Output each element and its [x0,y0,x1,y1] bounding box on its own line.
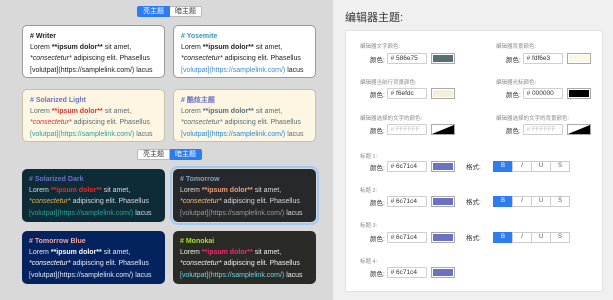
heading-2-format-group[interactable]: B I U S [493,196,570,207]
editor-settings-panel: 编辑器文字颜色: 编辑器背景颜色: 颜色: # 586e75 颜色: # fdf… [345,30,603,292]
heading-1-label: 标题 1: [360,154,378,160]
light-dark-toggle-bottom[interactable]: 亮主题 暗主题 [137,149,202,160]
theme-card-zen[interactable]: # 酷炫主题 Lorem **ipsum dolor** sit amet, *… [173,89,316,142]
theme-card-monokai[interactable]: # Monokai Lorem **ipsum dolor** sit amet… [173,231,316,284]
heading-1-color-input[interactable]: # 6c71c4 [386,161,427,172]
heading-3-format-group[interactable]: B I U S [493,232,570,243]
selection-text-input[interactable]: # FFFFFF [386,124,427,135]
light-theme-tab[interactable]: 亮主题 [137,149,170,160]
heading-3-color-input[interactable]: # 6c71c4 [386,232,427,243]
bg-color-label: 编辑器背景颜色: [496,44,537,50]
theme-name: # Yosemite [181,33,218,40]
font-color-label: 编辑器文字颜色: [360,44,401,50]
selection-bg-input[interactable]: # FFFFFF [522,124,563,135]
selection-bg-label: 编辑器选择的文字的背景颜色: [496,116,570,122]
bold-button[interactable]: B [493,161,513,172]
italic-button[interactable]: I [512,196,532,207]
theme-name: # 酷炫主题 [181,97,215,104]
theme-name: # Writer [30,33,56,40]
font-color-swatch[interactable] [430,53,455,64]
strikethrough-button[interactable]: S [550,196,570,207]
underline-button[interactable]: U [531,161,551,172]
dark-theme-tab[interactable]: 暗主题 [170,149,202,160]
heading-3-swatch[interactable] [430,232,455,243]
underline-button[interactable]: U [531,196,551,207]
strikethrough-button[interactable]: S [550,232,570,243]
cursor-color-label: 编辑器光标颜色: [496,80,537,86]
light-dark-toggle-top[interactable]: 亮主题 暗主题 [137,6,202,17]
cursor-color-swatch[interactable] [566,88,591,99]
editor-theme-title: 编辑器主题: [345,12,404,24]
theme-card-tomorrow[interactable]: # Tomorrow Lorem **ipsum dolor** sit ame… [170,166,319,225]
line-bg-swatch[interactable] [430,88,455,99]
heading-2-color-input[interactable]: # 6c71c4 [386,196,427,207]
theme-card-writer[interactable]: # Writer Lorem **ipsum dolor** sit amet,… [22,25,165,78]
line-bg-label: 编辑器当前行背景颜色: [360,80,417,86]
bold-button[interactable]: B [493,232,513,243]
strikethrough-button[interactable]: S [550,161,570,172]
bg-color-input[interactable]: # fdf6e3 [522,53,563,64]
heading-3-label: 标题 3: [360,223,378,229]
dark-theme-tab[interactable]: 暗主题 [170,6,202,17]
theme-card-solarized-dark[interactable]: # Solarized Dark Lorem **ipsum dolor** s… [22,169,165,222]
theme-card-solarized-light[interactable]: # Solarized Light Lorem **ipsum dolor** … [22,89,165,142]
underline-button[interactable]: U [531,232,551,243]
selection-text-swatch[interactable] [430,124,455,135]
theme-card-tomorrow-blue[interactable]: # Tomorrow Blue Lorem **ipsum dolor** si… [22,231,165,284]
heading-4-color-input[interactable]: # 6c71c4 [386,267,427,278]
font-color-input[interactable]: # 586e75 [386,53,427,64]
selection-text-label: 编辑器选择的文字的颜色: [360,116,423,122]
theme-card-yosemite[interactable]: # Yosemite Lorem **ipsum dolor** sit ame… [173,25,316,78]
theme-name: # Tomorrow Blue [29,238,86,245]
theme-name: # Tomorrow [180,176,220,183]
heading-1-format-group[interactable]: B I U S [493,161,570,172]
line-bg-input[interactable]: # f6efdc [386,88,427,99]
selection-bg-swatch[interactable] [566,124,591,135]
theme-name: # Solarized Light [30,97,87,104]
heading-4-swatch[interactable] [430,267,455,278]
theme-name: # Solarized Dark [29,176,84,183]
bg-color-swatch[interactable] [566,53,591,64]
italic-button[interactable]: I [512,161,532,172]
heading-4-label: 标题 4: [360,259,378,265]
heading-1-swatch[interactable] [430,161,455,172]
bold-button[interactable]: B [493,196,513,207]
theme-preview-area: 亮主题 暗主题 # Writer Lorem **ipsum dolor** s… [0,0,333,300]
cursor-color-input[interactable]: # 000000 [522,88,563,99]
italic-button[interactable]: I [512,232,532,243]
heading-2-label: 标题 2: [360,188,378,194]
heading-2-swatch[interactable] [430,196,455,207]
theme-name: # Monokai [180,238,215,245]
light-theme-tab[interactable]: 亮主题 [137,6,170,17]
